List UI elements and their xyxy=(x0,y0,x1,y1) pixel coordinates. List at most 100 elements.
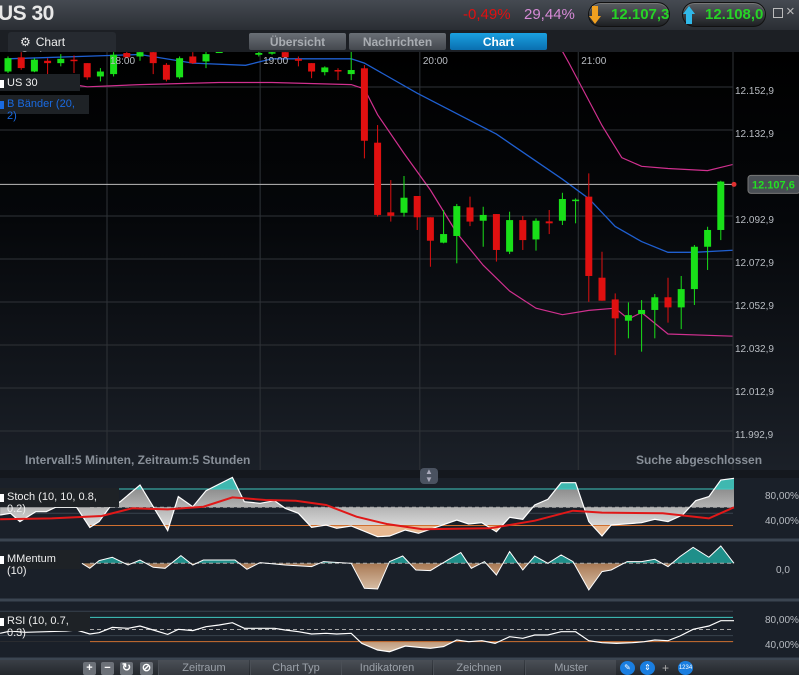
toolbar-patterns[interactable]: Muster xyxy=(525,660,616,675)
candle xyxy=(136,52,144,61)
price-plot xyxy=(0,37,733,470)
candle xyxy=(374,125,382,217)
candle xyxy=(651,294,659,339)
time-label: 19:00 xyxy=(263,56,288,67)
search-status: Suche abgeschlossen xyxy=(636,453,763,467)
candle xyxy=(519,216,527,250)
current-price-label: 12.107,6 xyxy=(752,179,795,191)
current-price-marker xyxy=(731,181,737,187)
candle-body xyxy=(545,221,553,224)
candle xyxy=(611,293,619,356)
price-axis-label: 12.152,9 xyxy=(735,86,774,97)
candle-body xyxy=(492,214,500,250)
toolbar-indicators[interactable]: Indikatoren xyxy=(341,660,432,675)
interval-info: Intervall:5 Minuten, Zeitraum:5 Stunden xyxy=(25,453,251,467)
candle-body xyxy=(374,142,382,215)
candle xyxy=(334,68,342,81)
candle-body xyxy=(717,181,725,230)
toolbar-chart-type[interactable]: Chart Typ xyxy=(250,660,341,675)
candle-body xyxy=(162,64,170,80)
candle xyxy=(704,226,712,270)
candle-body xyxy=(149,52,157,64)
candle xyxy=(360,65,368,159)
candle-body xyxy=(638,309,646,315)
candle xyxy=(255,52,263,57)
candle xyxy=(453,203,461,264)
candle xyxy=(242,37,249,50)
candle xyxy=(294,56,302,67)
price-axis-label: 12.032,9 xyxy=(735,344,774,355)
price-axis-label: 12.132,9 xyxy=(735,129,774,140)
candle-body xyxy=(215,52,223,54)
candle xyxy=(215,52,223,54)
stoch-axis-80: 80,00% xyxy=(765,491,799,502)
zoom-out-button[interactable]: − xyxy=(101,662,114,675)
candle-body xyxy=(466,207,474,222)
bollinger-mid-line xyxy=(7,53,733,253)
time-label: 18:00 xyxy=(110,56,135,67)
candle-body xyxy=(624,315,632,321)
candle-body xyxy=(585,196,593,276)
candle-body xyxy=(440,234,448,243)
numbers-icon[interactable]: 1234 xyxy=(678,661,693,675)
candle xyxy=(347,52,355,81)
candle xyxy=(4,56,12,74)
time-label: 21:00 xyxy=(581,56,606,67)
crosshair-icon[interactable]: + xyxy=(658,661,673,675)
up-down-icon[interactable]: ⇕ xyxy=(640,661,655,675)
pencil-icon[interactable]: ✎ xyxy=(620,661,635,675)
legend-momentum[interactable]: MMentum (10) xyxy=(0,550,80,577)
candle-body xyxy=(70,59,78,62)
price-axis-label: 12.092,9 xyxy=(735,215,774,226)
candle-body xyxy=(83,63,91,78)
toolbar-drawing[interactable]: Zeichnen xyxy=(433,660,524,675)
candle xyxy=(44,58,52,75)
price-axis-label: 12.012,9 xyxy=(735,387,774,398)
candle-body xyxy=(136,52,144,57)
candle xyxy=(308,63,316,79)
candle xyxy=(387,180,395,222)
candle xyxy=(479,206,487,247)
candle-body xyxy=(96,71,104,77)
candle-body xyxy=(690,246,698,290)
zoom-in-button[interactable]: + xyxy=(83,662,96,675)
candle xyxy=(532,218,540,251)
candle-body xyxy=(294,58,302,61)
candle-body xyxy=(4,58,12,72)
candle-body xyxy=(479,214,487,221)
momentum-axis-0: 0,0 xyxy=(776,565,790,576)
candle-body xyxy=(519,220,527,241)
candle xyxy=(176,56,184,79)
toolbar-period[interactable]: Zeitraum xyxy=(158,660,249,675)
candle xyxy=(149,52,157,75)
candle-body xyxy=(202,54,210,62)
candle xyxy=(492,214,500,262)
legend-bollinger[interactable]: B Bänder (20, 2) xyxy=(0,95,89,122)
candle-body xyxy=(242,42,249,46)
candle-body xyxy=(572,199,580,202)
candle-body xyxy=(400,197,408,213)
candle-body xyxy=(558,199,566,221)
disable-icon[interactable]: ⊘ xyxy=(140,662,153,675)
refresh-icon[interactable]: ↻ xyxy=(120,662,133,675)
candle xyxy=(30,58,38,73)
candle xyxy=(17,52,25,70)
candle xyxy=(690,245,698,306)
candle xyxy=(268,52,276,55)
candle-body xyxy=(57,58,65,64)
candle xyxy=(545,209,553,235)
panel-resize-handle[interactable]: ▲ ▼ xyxy=(420,468,438,484)
candle xyxy=(624,302,632,339)
chart-canvas: 18:00 19:00 20:00 21:00 12.152,9 12.132,9 12.0… xyxy=(0,37,799,661)
price-axis-label: 11.992,9 xyxy=(735,430,774,441)
candle-body xyxy=(308,63,316,72)
candle-body xyxy=(677,289,685,308)
candle xyxy=(638,300,646,352)
legend-stoch[interactable]: Stoch (10, 10, 0.8, 0.2) xyxy=(0,488,119,515)
candle xyxy=(506,211,514,255)
legend-instrument[interactable]: US 30 xyxy=(0,74,80,91)
rsi-axis-80: 80,00% xyxy=(765,615,799,626)
candle-body xyxy=(30,59,38,72)
legend-rsi[interactable]: RSI (10, 0.7, 0.3) xyxy=(0,612,90,639)
candle-body xyxy=(268,52,276,54)
